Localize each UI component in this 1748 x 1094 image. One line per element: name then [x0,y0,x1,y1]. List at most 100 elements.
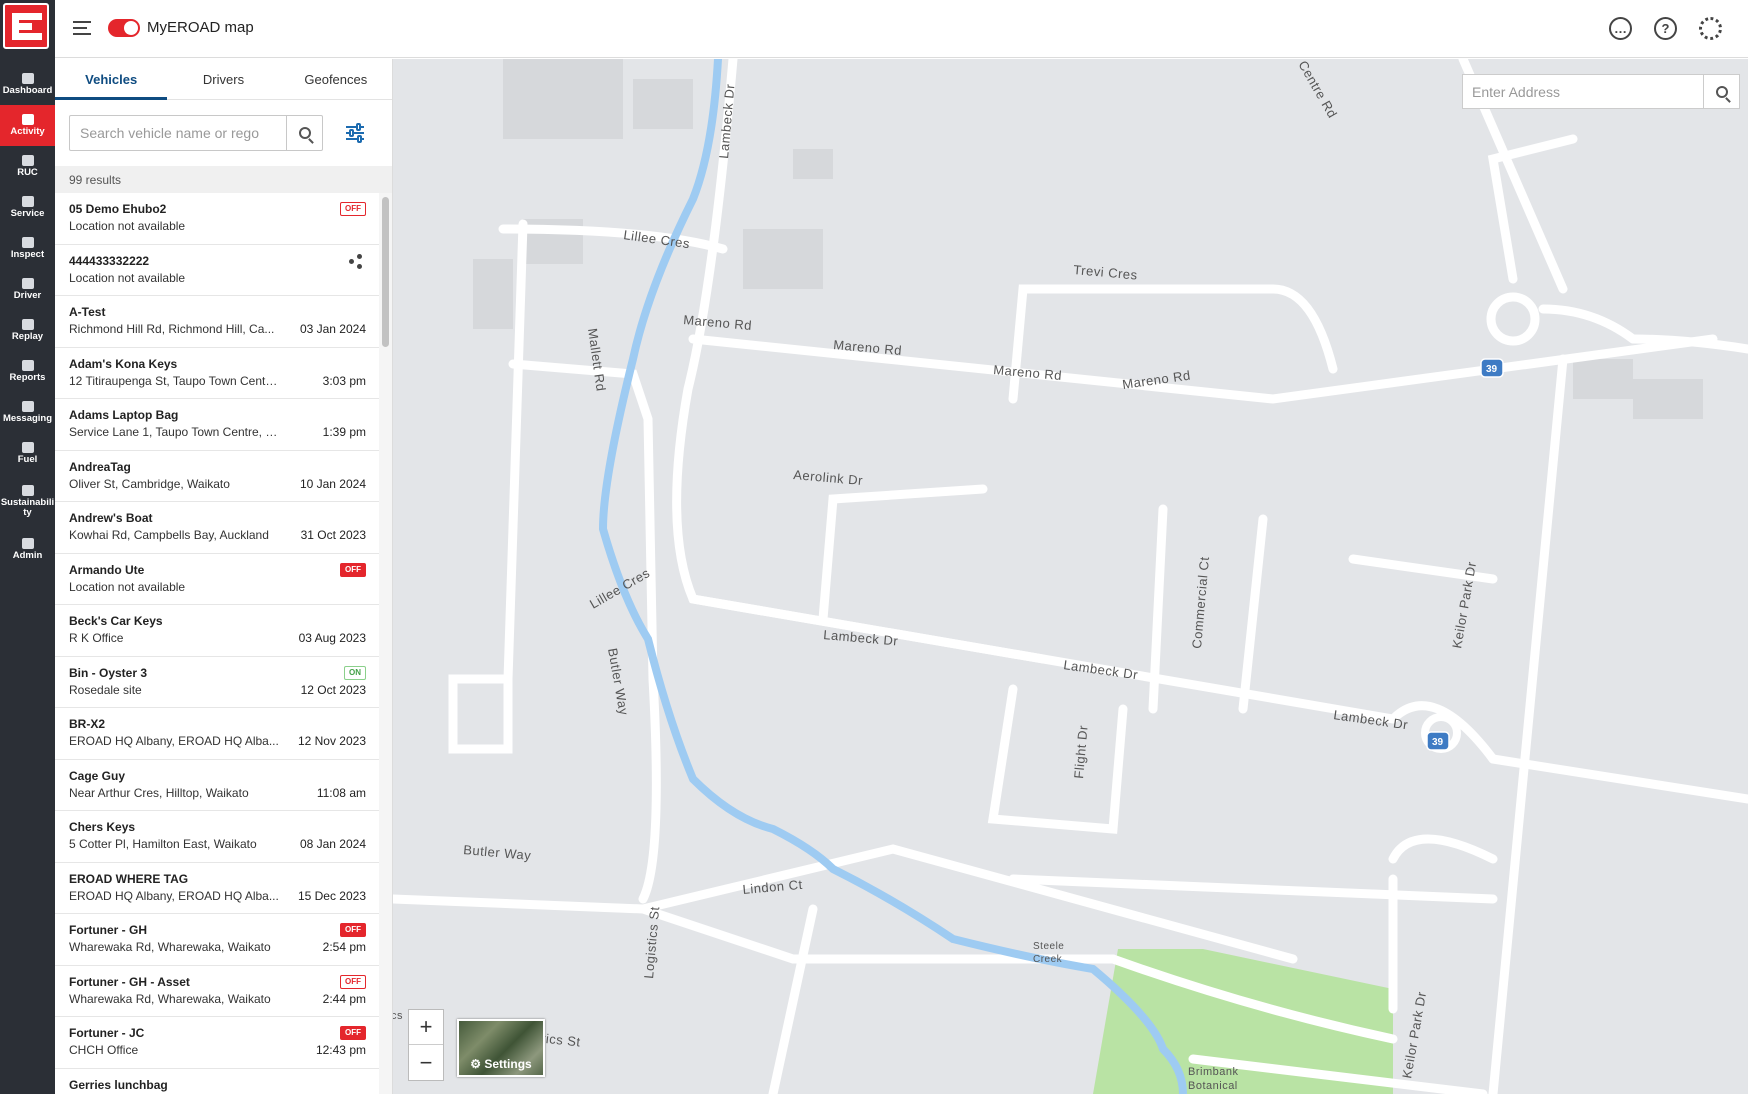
share-icon[interactable] [349,253,363,269]
vehicle-location: Kowhai Rd, Campbells Bay, Auckland [69,528,269,542]
vehicle-list-item[interactable]: Cage Guy Near Arthur Cres, Hilltop, Waika… [55,760,379,811]
vehicle-list-item[interactable]: Adam's Kona Keys 12 Titiraupenga St, Taup… [55,348,379,399]
vehicle-list-item[interactable]: 444433332222 Location not available [55,245,379,296]
vehicle-search-input[interactable] [70,116,286,150]
nav-item-inspect[interactable]: Inspect [0,228,55,269]
map-canvas[interactable]: Lambeck Dr Lillee Cres Mareno Rd Mareno … [393,59,1748,1094]
address-input[interactable] [1463,75,1703,108]
filter-sliders-icon[interactable] [344,121,368,145]
ignition-status-badge: OFF [340,974,366,989]
nav-item-label: Fuel [17,454,38,465]
vehicle-list-item[interactable]: Fortuner - JC CHCH Office 12:43 pm OFF [55,1017,379,1069]
vehicle-list-item[interactable]: Armando Ute Location not available OFF [55,554,379,605]
dashboard-icon [21,73,34,84]
layer-settings-label: ⚙ Settings [470,1057,532,1071]
vehicle-name: BR-X2 [69,717,106,731]
search-row [69,115,378,151]
vehicle-list-item[interactable]: Fortuner - GH Wharewaka Rd, Wharewaka, Wa… [55,914,379,966]
panel-tabs: Vehicles Drivers Geofences [55,59,392,100]
fuel-icon [21,442,34,453]
top-bar: MyEROAD map … ? [55,0,1748,58]
vehicle-location: Richmond Hill Rd, Richmond Hill, Ca... [69,322,275,336]
route-shield: 39 [1480,358,1504,378]
vehicle-location: Oliver St, Cambridge, Waikato [69,476,230,491]
address-search-button[interactable] [1703,75,1739,108]
search-icon [1715,85,1728,98]
map-layer-settings-button[interactable]: ⚙ Settings [457,1019,545,1077]
leaf-icon [21,485,34,496]
vehicle-last-seen: 12:43 pm [315,1043,366,1057]
nav-item-label: Replay [11,331,44,342]
street-label: Lambeck Dr [1063,657,1140,682]
nav-rail-items: Dashboard Activity RUC Service Inspect Driver… [0,64,55,570]
vehicle-name: Fortuner - GH [69,923,147,937]
top-icons: … ? [1609,17,1722,40]
vehicle-list: 05 Demo Ehubo2 Location not available OFF 4… [55,193,379,1094]
vehicle-last-seen: 12 Nov 2023 [297,734,366,748]
nav-item-dashboard[interactable]: Dashboard [0,64,55,105]
scrollbar-thumb[interactable] [382,197,389,347]
vehicle-list-item[interactable]: Beck's Car Keys R K Office 03 Aug 2023 [55,605,379,657]
nav-item-replay[interactable]: Replay [0,310,55,351]
vehicle-list-item[interactable]: Chers Keys 5 Cotter Pl, Hamilton East, Wa… [55,811,379,863]
street-label: Mareno Rd [683,312,753,333]
vehicle-last-seen: 12 Oct 2023 [300,682,366,697]
admin-icon [21,538,34,549]
vehicle-name: Cage Guy [69,768,126,783]
list-scrollbar[interactable] [379,193,392,1094]
vehicle-name: Gerries lunchbag [69,1077,168,1092]
route-shield: 39 [1426,731,1450,751]
chat-icon[interactable]: … [1609,17,1632,40]
vehicle-name: Armando Ute [69,562,145,577]
nav-item-label: Activity [10,126,45,137]
nav-item-reports[interactable]: Reports [0,351,55,392]
search-button[interactable] [286,116,322,150]
vehicle-list-item[interactable]: AndreaTag Oliver St, Cambridge, Waikato 10… [55,451,379,502]
tab-vehicles[interactable]: Vehicles [55,59,168,100]
tab-geofences[interactable]: Geofences [280,59,392,99]
map-toggle[interactable] [108,19,140,37]
tab-drivers[interactable]: Drivers [167,59,279,99]
vehicle-list-item[interactable]: 05 Demo Ehubo2 Location not available OFF [55,193,379,245]
street-label: Butler Way [463,842,532,863]
vehicle-last-seen: 15 Dec 2023 [297,888,366,903]
vehicle-last-seen: 10 Jan 2024 [299,476,366,491]
nav-item-activity[interactable]: Activity [0,105,55,146]
hamburger-menu-icon[interactable] [73,19,93,37]
address-search [1462,74,1740,109]
vehicle-list-item[interactable]: Fortuner - GH - Asset Wharewaka Rd, Whare… [55,966,379,1017]
vehicle-list-item[interactable]: Gerries lunchbag [55,1069,379,1094]
vehicle-list-item[interactable]: Andrew's Boat Kowhai Rd, Campbells Bay, A… [55,502,379,554]
vehicle-name: Beck's Car Keys [69,614,163,628]
vehicle-name: Bin - Oyster 3 [69,665,148,680]
park-label: Brimbank [1188,1066,1238,1078]
nav-item-admin[interactable]: Admin [0,529,55,570]
map-icon [21,114,34,125]
eroad-logo[interactable] [3,3,49,49]
nav-item-fuel[interactable]: Fuel [0,433,55,474]
help-icon[interactable]: ? [1654,17,1677,40]
settings-gear-icon[interactable] [1699,17,1722,40]
vehicle-location: EROAD HQ Albany, EROAD HQ Alba... [69,888,279,903]
street-label: Commercial Ct [1189,556,1212,649]
vehicle-name: 444433332222 [69,253,150,268]
nav-item-driver[interactable]: Driver [0,269,55,310]
nav-item-messaging[interactable]: Messaging [0,392,55,433]
zoom-in-button[interactable]: + [409,1010,443,1045]
vehicle-name: AndreaTag [69,459,131,474]
vehicle-last-seen: 2:44 pm [322,991,366,1006]
vehicle-last-seen: 2:54 pm [322,940,366,954]
vehicle-location: Service Lane 1, Taupo Town Centre, Wai..… [69,425,279,439]
vehicle-location: 12 Titiraupenga St, Taupo Town Centre, .… [69,373,279,388]
vehicle-list-item[interactable]: Adams Laptop Bag Service Lane 1, Taupo To… [55,399,379,451]
creek-label: Steele [1033,941,1064,952]
nav-item-ruc[interactable]: RUC [0,146,55,187]
vehicle-list-item[interactable]: BR-X2 EROAD HQ Albany, EROAD HQ Alba... 12… [55,708,379,760]
vehicle-list-item[interactable]: Bin - Oyster 3 Rosedale site 12 Oct 2023 ON [55,657,379,708]
nav-item-service[interactable]: Service [0,187,55,228]
zoom-out-button[interactable]: − [409,1045,443,1080]
nav-item-sustainability[interactable]: Sustainabili ty [0,474,55,529]
vehicle-list-item[interactable]: EROAD WHERE TAG EROAD HQ Albany, EROAD HQ… [55,863,379,914]
vehicle-list-item[interactable]: A-Test Richmond Hill Rd, Richmond Hill, C… [55,296,379,348]
reports-icon [21,360,34,371]
